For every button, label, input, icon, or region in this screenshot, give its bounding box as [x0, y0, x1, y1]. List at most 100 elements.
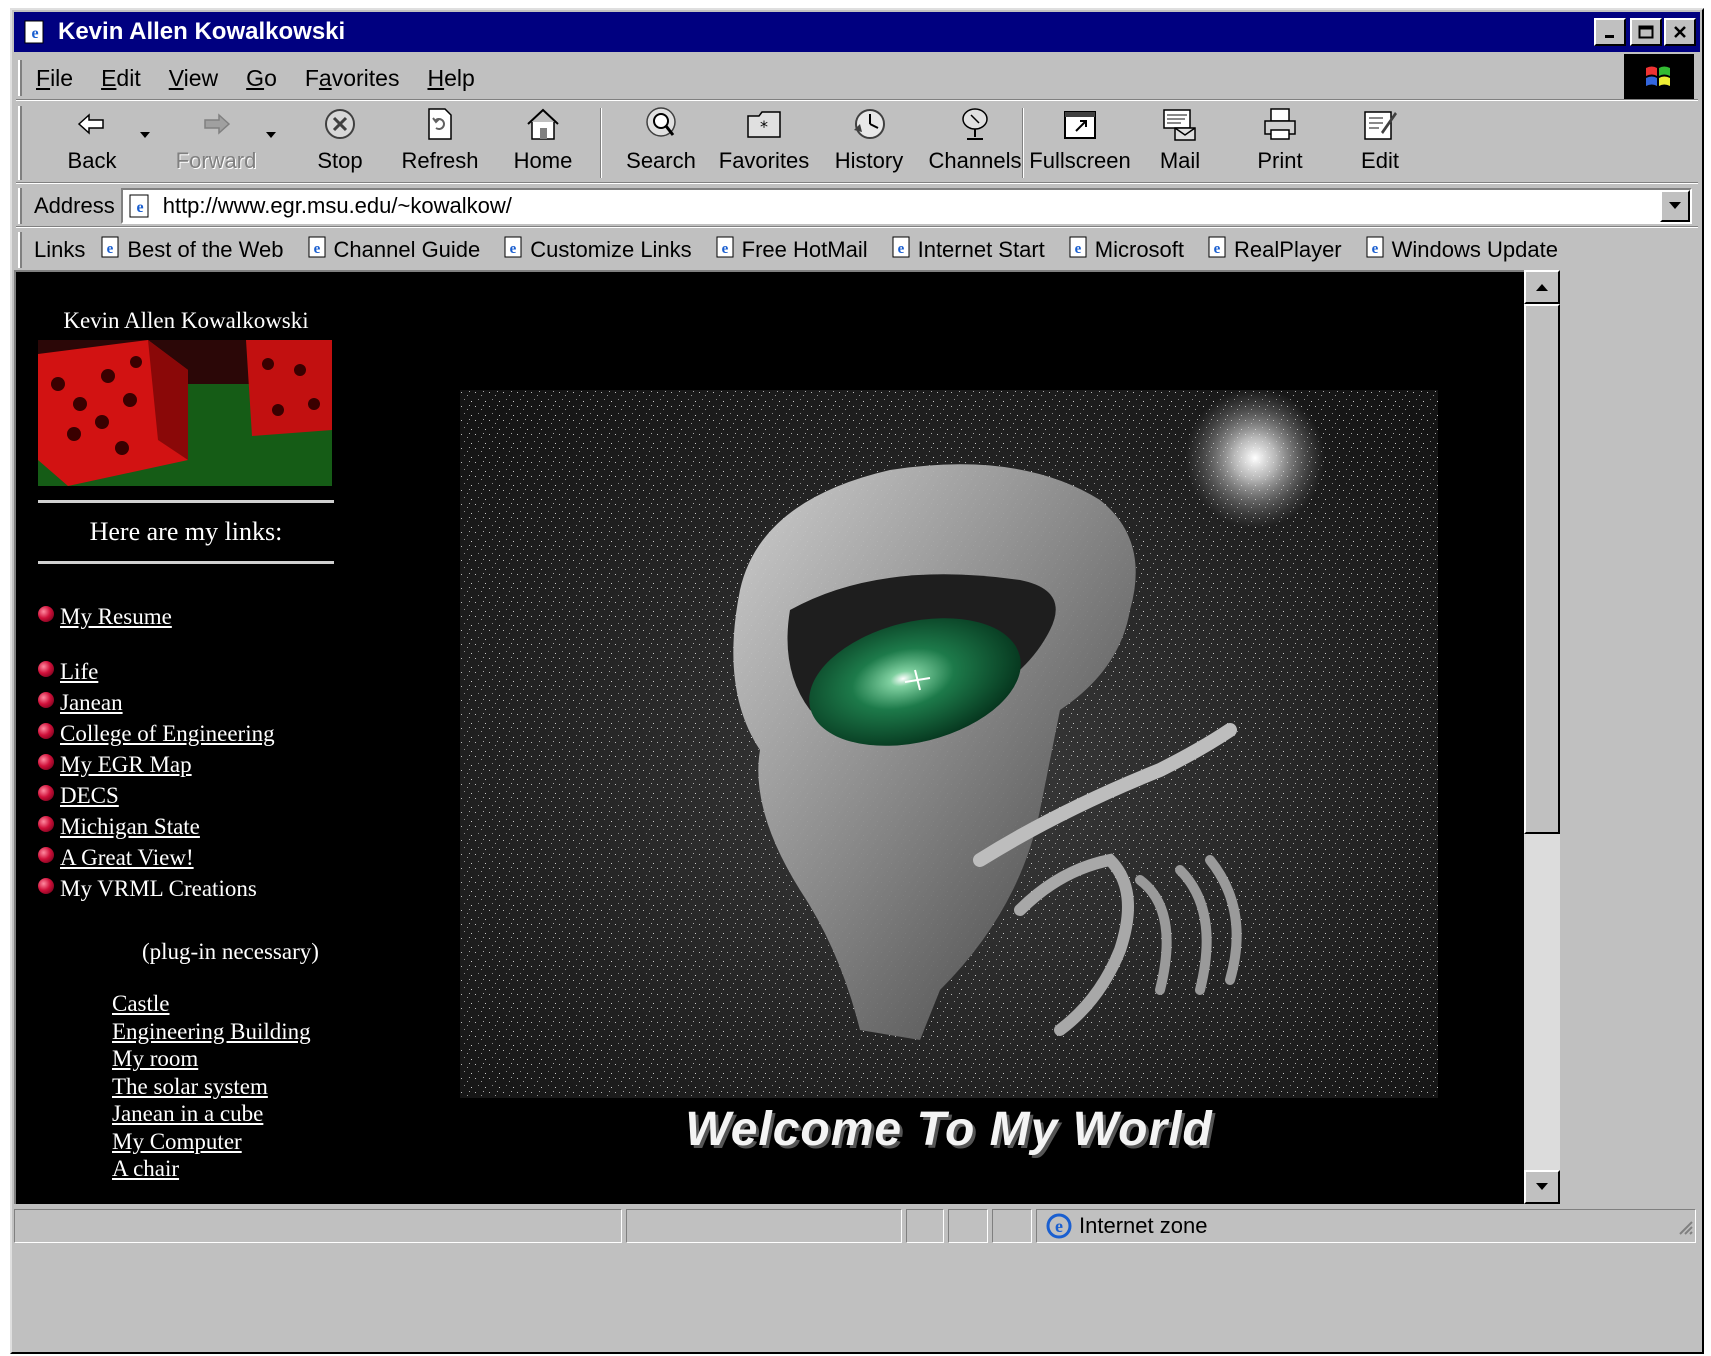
status-zone-panel: e Internet zone	[1036, 1209, 1696, 1243]
link-college-of-engineering[interactable]: College of Engineering	[60, 721, 275, 747]
link-a-great-view[interactable]: A Great View!	[60, 845, 194, 871]
link-list: My Resume Life Janean College of Enginee…	[38, 604, 334, 901]
stop-icon	[323, 102, 357, 146]
favorites-button[interactable]: * Favorites	[714, 102, 814, 182]
link-label: Best of the Web	[127, 237, 284, 262]
svg-text:e: e	[136, 199, 143, 216]
toolbar-separator	[1022, 108, 1024, 178]
forward-button[interactable]: Forward	[176, 102, 256, 182]
back-dropdown-icon[interactable]	[140, 132, 150, 138]
scroll-down-button[interactable]	[1524, 1170, 1560, 1204]
divider	[38, 500, 334, 503]
address-dropdown-button[interactable]	[1660, 190, 1690, 222]
vrml-heading: My VRML Creations	[60, 875, 257, 901]
history-button[interactable]: History	[824, 102, 914, 182]
print-button[interactable]: Print	[1250, 102, 1310, 182]
address-field[interactable]: e http://www.egr.msu.edu/~kowalkow/	[120, 188, 1692, 224]
menu-file[interactable]: File	[36, 65, 73, 92]
link-best-of-the-web[interactable]: e Best of the Web	[99, 235, 284, 265]
divider	[38, 561, 334, 564]
address-label: Address	[34, 193, 115, 218]
favorites-label: Favorites	[718, 148, 810, 173]
menu-view[interactable]: View	[169, 65, 218, 92]
link-internet-start[interactable]: e Internet Start	[890, 235, 1045, 265]
refresh-button[interactable]: Refresh	[400, 102, 480, 182]
band-divider	[16, 226, 1698, 228]
channels-label: Channels	[928, 148, 1022, 173]
list-item: Janean in a cube	[112, 1101, 334, 1129]
link-decs[interactable]: DECS	[60, 783, 119, 809]
link-label: Free HotMail	[741, 237, 868, 262]
link-customize-links[interactable]: e Customize Links	[502, 235, 692, 265]
scroll-thumb[interactable]	[1524, 304, 1560, 834]
link-life[interactable]: Life	[60, 659, 98, 685]
status-panel	[948, 1209, 988, 1243]
link-solar-system[interactable]: The solar system	[112, 1074, 268, 1099]
minimize-button[interactable]	[1594, 18, 1626, 46]
menu-bar: File Edit View Go Favorites Help	[36, 58, 503, 98]
search-button[interactable]: Search	[616, 102, 706, 182]
edit-button[interactable]: Edit	[1350, 102, 1410, 182]
sidebar: Kevin Allen Kowalkowski Here are my link…	[38, 308, 334, 1184]
red-ball-bullet-icon	[38, 660, 54, 677]
list-item: My room	[112, 1046, 334, 1074]
menu-edit[interactable]: Edit	[101, 65, 141, 92]
title-bar[interactable]: e Kevin Allen Kowalkowski	[14, 12, 1700, 52]
svg-text:e: e	[897, 241, 904, 257]
link-free-hotmail[interactable]: e Free HotMail	[714, 235, 868, 265]
link-label: Windows Update	[1391, 237, 1558, 262]
forward-dropdown-icon[interactable]	[266, 132, 276, 138]
toolbar-grip[interactable]	[18, 106, 22, 180]
address-grip[interactable]	[18, 188, 22, 224]
links-grip[interactable]	[18, 232, 22, 268]
channels-button[interactable]: Channels	[920, 102, 1030, 182]
home-button[interactable]: Home	[508, 102, 578, 182]
link-my-computer[interactable]: My Computer	[112, 1129, 242, 1154]
stop-button[interactable]: Stop	[310, 102, 370, 182]
link-janean-in-a-cube[interactable]: Janean in a cube	[112, 1101, 263, 1126]
page-icon: e	[127, 193, 153, 219]
menu-grip[interactable]	[18, 60, 22, 96]
svg-text:e: e	[1055, 1216, 1063, 1236]
resize-grip-icon[interactable]	[1675, 1217, 1693, 1235]
menu-go[interactable]: Go	[246, 65, 277, 92]
internet-zone-icon: e	[1045, 1212, 1073, 1240]
list-item: Janean	[38, 690, 334, 715]
status-progress-panel	[626, 1209, 902, 1243]
link-a-chair[interactable]: A chair	[112, 1156, 179, 1181]
menu-favorites[interactable]: Favorites	[305, 65, 400, 92]
band-divider	[16, 182, 1698, 184]
dice-image	[38, 340, 332, 486]
home-icon	[525, 102, 561, 146]
link-realplayer[interactable]: e RealPlayer	[1206, 235, 1342, 265]
mail-button[interactable]: Mail	[1150, 102, 1210, 182]
link-microsoft[interactable]: e Microsoft	[1067, 235, 1184, 265]
edit-page-icon	[1361, 102, 1399, 146]
window-title: Kevin Allen Kowalkowski	[58, 18, 346, 45]
list-item: My EGR Map	[38, 752, 334, 777]
vertical-scrollbar[interactable]	[1524, 270, 1560, 1204]
link-my-resume[interactable]: My Resume	[60, 604, 172, 630]
scroll-up-button[interactable]	[1524, 270, 1560, 304]
address-url[interactable]: http://www.egr.msu.edu/~kowalkow/	[163, 193, 512, 219]
link-castle[interactable]: Castle	[112, 991, 170, 1016]
link-janean[interactable]: Janean	[60, 690, 123, 716]
svg-text:e: e	[1214, 241, 1221, 257]
close-button[interactable]	[1664, 18, 1696, 46]
link-my-egr-map[interactable]: My EGR Map	[60, 752, 192, 778]
link-my-room[interactable]: My room	[112, 1046, 198, 1071]
fullscreen-button[interactable]: Fullscreen	[1029, 102, 1131, 182]
maximize-button[interactable]	[1630, 18, 1662, 46]
refresh-icon	[425, 102, 455, 146]
link-engineering-building[interactable]: Engineering Building	[112, 1019, 311, 1044]
link-michigan-state[interactable]: Michigan State	[60, 814, 200, 840]
favorites-folder-icon: *	[745, 102, 783, 146]
forward-arrow-icon	[201, 102, 231, 146]
link-channel-guide[interactable]: e Channel Guide	[306, 235, 480, 265]
list-item: Life	[38, 659, 334, 684]
list-item: A Great View!	[38, 845, 334, 870]
fullscreen-label: Fullscreen	[1029, 148, 1131, 173]
back-button[interactable]: Back	[62, 102, 122, 182]
menu-help[interactable]: Help	[427, 65, 474, 92]
link-windows-update[interactable]: e Windows Update	[1364, 235, 1558, 265]
